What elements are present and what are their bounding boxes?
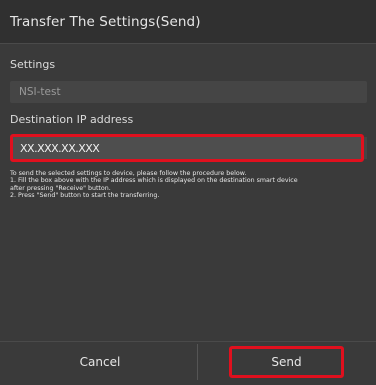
title-bar: Transfer The Settings(Send) — [0, 0, 376, 44]
cancel-button[interactable]: Cancel — [40, 348, 160, 376]
instruction-line: after pressing "Receive" button. — [10, 184, 111, 192]
settings-value: NSI-test — [19, 86, 61, 98]
settings-label: Settings — [10, 58, 56, 71]
instruction-line: To send the selected settings to device,… — [10, 170, 247, 177]
destination-ip-label: Destination IP address — [10, 113, 134, 126]
destination-ip-value: XX.XXX.XX.XXX — [20, 142, 100, 155]
dialog-title: Transfer The Settings(Send) — [10, 14, 201, 30]
instruction-line: 1. Fill the box above with the IP addres… — [10, 177, 298, 185]
instructions-text: To send the selected settings to device,… — [10, 170, 370, 200]
button-divider — [197, 344, 198, 380]
instruction-line: 2. Press "Send" button to start the tran… — [10, 192, 160, 200]
ip-field-edge — [364, 137, 367, 159]
send-button[interactable]: Send — [229, 346, 344, 378]
settings-field: NSI-test — [10, 81, 367, 103]
destination-ip-input[interactable]: XX.XXX.XX.XXX — [10, 134, 364, 162]
transfer-settings-dialog: Transfer The Settings(Send) Settings NSI… — [0, 0, 376, 385]
